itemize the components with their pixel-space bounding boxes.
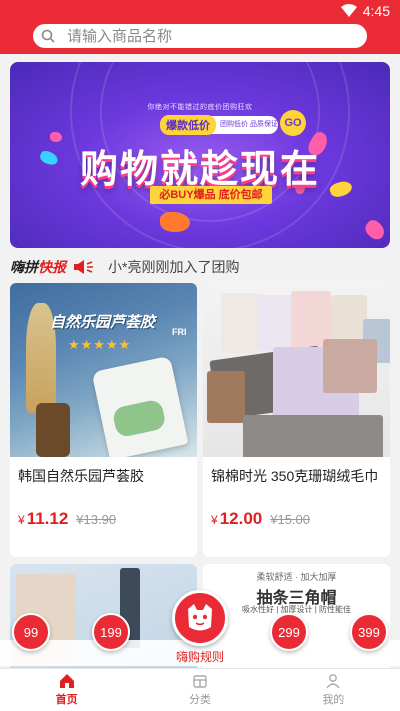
product-card[interactable]: 锦棉时光 350克珊瑚绒毛巾 ¥ 12.00 ¥15.00 <box>203 283 390 557</box>
user-icon <box>326 674 340 689</box>
status-time: 4:45 <box>362 3 390 19</box>
search-input[interactable] <box>67 27 337 45</box>
nav-tab-home[interactable]: 首页 <box>0 669 133 711</box>
announcement-brand: 嗨拼快报 <box>10 257 66 277</box>
product-image[interactable]: 自然乐园芦荟胶 FRI ★★★★★ <box>10 283 197 457</box>
announcement-text: 小*亮刚刚加入了团购 <box>108 259 240 275</box>
price-filter-199[interactable]: 199 <box>92 613 130 651</box>
nav-tab-profile[interactable]: 我的 <box>267 669 400 711</box>
announcement-bar: 嗨拼快报 小*亮刚刚加入了团购 <box>0 256 400 278</box>
product-image-top-text: 柔软舒适 · 加大加厚 <box>256 572 337 582</box>
banner-go-badge: GO <box>280 110 306 136</box>
bottom-nav: 首页 分类 我的 <box>0 668 400 711</box>
product-image[interactable] <box>203 283 390 457</box>
rules-label[interactable]: 嗨购规则 <box>0 648 400 665</box>
product-old-price: ¥15.00 <box>270 512 310 527</box>
search-icon <box>41 29 55 43</box>
product-old-price: ¥13.90 <box>76 512 117 527</box>
currency-symbol: ¥ <box>211 513 218 527</box>
price-filter-399[interactable]: 399 <box>350 613 388 651</box>
rating-stars: ★★★★★ <box>68 337 132 352</box>
banner-tagline: 必BUY爆品 底价包邮 <box>150 186 272 204</box>
price-filter-299[interactable]: 299 <box>270 613 308 651</box>
product-card[interactable]: 自然乐园芦荟胶 FRI ★★★★★ 韩国自然乐园芦荟胶 ¥ 11.12 ¥13.… <box>10 283 197 557</box>
nav-tab-label: 分类 <box>188 694 211 706</box>
promo-banner[interactable]: 你绝对不能错过的底价团购狂欢 爆款低价 团购低价 品质保证 GO 购物就趁现在 … <box>10 62 390 248</box>
banner-pill-right: 团购低价 品质保证 <box>220 121 278 128</box>
megaphone-icon <box>74 260 93 274</box>
status-bar: 4:45 <box>0 0 400 24</box>
wifi-icon <box>340 4 357 17</box>
status-icons: 4:45 <box>340 3 390 19</box>
banner-subtitle: 你绝对不能错过的底价团购狂欢 <box>147 104 253 111</box>
price-filter-99[interactable]: 99 <box>12 613 50 651</box>
nav-tab-label: 首页 <box>55 694 78 706</box>
mascot-icon <box>188 604 212 631</box>
currency-symbol: ¥ <box>18 513 25 527</box>
nav-tab-label: 我的 <box>322 694 345 706</box>
search-bar[interactable] <box>33 24 367 48</box>
product-price: 12.00 <box>219 509 263 528</box>
product-title: 韩国自然乐园芦荟胶 <box>18 468 144 484</box>
banner-headline: 购物就趁现在 <box>79 149 320 191</box>
nav-tab-category[interactable]: 分类 <box>133 669 266 711</box>
header <box>0 24 400 54</box>
brand-red: 快报 <box>38 259 66 275</box>
home-icon <box>59 674 74 688</box>
product-price: 11.12 <box>26 509 69 528</box>
price-row: ¥ 12.00 ¥15.00 <box>203 505 390 529</box>
banner-pill: 爆款低价 团购低价 品质保证 <box>160 115 278 135</box>
category-icon <box>193 675 207 688</box>
product-image-tag: FRI <box>172 327 187 337</box>
rules-button[interactable] <box>172 590 228 646</box>
product-title: 锦棉时光 350克珊瑚绒毛巾 <box>211 468 379 484</box>
product-image-text: 自然乐园芦荟胶 <box>50 314 156 331</box>
banner-pill-left: 爆款低价 <box>160 115 216 135</box>
brand-black: 嗨拼 <box>10 259 38 275</box>
price-row: ¥ 11.12 ¥13.90 <box>10 505 197 529</box>
